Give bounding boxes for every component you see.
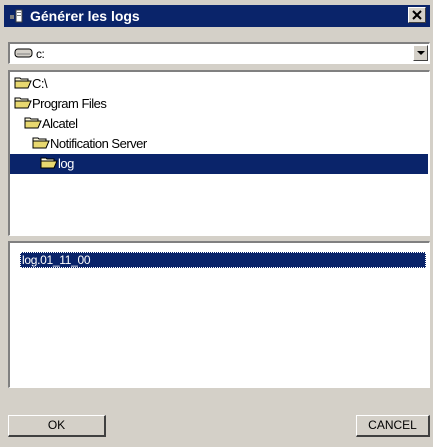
tree-item-notification-server[interactable]: Notification Server	[32, 134, 202, 154]
tree-item-label: Alcatel	[42, 116, 78, 131]
open-folder-icon	[14, 77, 32, 89]
file-list-item[interactable]: log.01_11_00	[20, 252, 426, 268]
file-list[interactable]: log.01_11_00	[8, 241, 430, 388]
tree-item-alcatel[interactable]: Alcatel	[24, 114, 104, 134]
directory-tree[interactable]: C:\ Program Files Alcatel Notification S…	[8, 70, 430, 236]
drive-icon	[14, 48, 33, 58]
open-folder-icon	[14, 97, 32, 109]
dropdown-button[interactable]	[413, 45, 428, 61]
window-title: Générer les logs	[30, 8, 140, 24]
open-folder-icon	[32, 137, 50, 149]
tree-item-label: log	[58, 156, 74, 171]
open-folder-icon	[24, 117, 42, 129]
cancel-button[interactable]: CANCEL	[356, 415, 430, 437]
ok-button[interactable]: OK	[8, 415, 106, 437]
drive-selected-value: c:	[36, 47, 45, 61]
app-icon	[10, 9, 23, 23]
title-bar: Générer les logs	[0, 0, 433, 30]
drive-select[interactable]: c:	[8, 42, 430, 64]
tree-item-label: Program Files	[32, 96, 107, 111]
tree-item-root[interactable]: C:\	[14, 74, 54, 94]
chevron-down-icon	[417, 51, 425, 55]
tree-item-program-files[interactable]: Program Files	[14, 94, 134, 114]
close-button[interactable]	[408, 7, 426, 23]
tree-item-label: Notification Server	[50, 136, 147, 151]
title-bar-active[interactable]: Générer les logs	[4, 5, 430, 27]
tree-item-label: C:\	[32, 76, 48, 91]
file-name: log.01_11_00	[22, 253, 91, 267]
tree-item-log[interactable]: log	[10, 154, 428, 174]
open-folder-icon	[40, 157, 58, 169]
close-icon	[412, 10, 422, 20]
